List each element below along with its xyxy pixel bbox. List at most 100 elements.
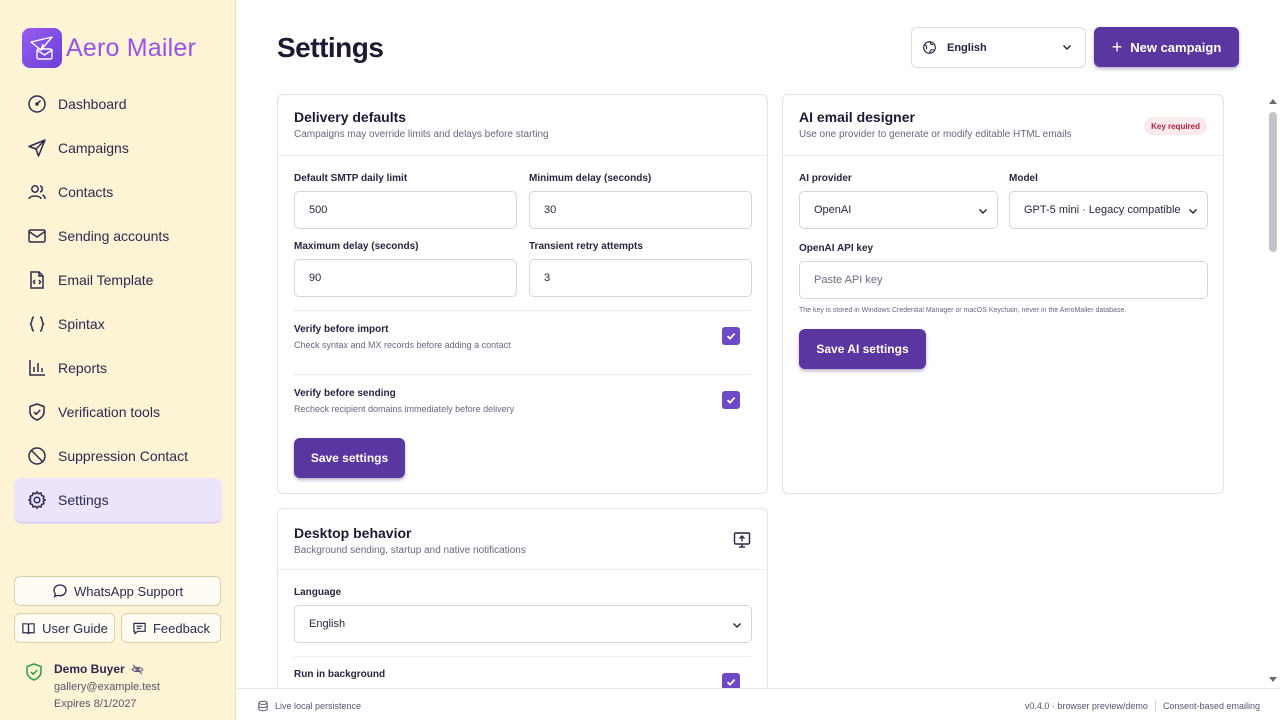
card-title: Delivery defaults: [294, 109, 407, 125]
page-title: Settings: [277, 32, 384, 63]
status-bar: Live local persistence v0.4.0 · browser …: [237, 688, 1280, 720]
ai-email-designer-card: AI email designer Use one provider to ge…: [782, 94, 1224, 494]
chevron-down-icon: [1062, 44, 1072, 51]
daily-limit-input[interactable]: [294, 191, 517, 229]
sidebar: Aero Mailer Dashboard Campaigns Contacts…: [0, 0, 236, 720]
card-title: AI email designer: [799, 109, 915, 125]
user-email: gallery@example.test: [54, 681, 160, 693]
user-guide-label: User Guide: [42, 620, 108, 636]
sidebar-item-email-template[interactable]: Email Template: [14, 258, 222, 302]
whatsapp-support-label: WhatsApp Support: [73, 583, 184, 599]
sidebar-item-reports[interactable]: Reports: [14, 346, 222, 390]
sidebar-item-label: Verification tools: [58, 404, 160, 420]
ai-provider-label: AI provider: [799, 173, 852, 184]
users-icon: [26, 181, 48, 203]
divider: [1154, 700, 1156, 712]
book-icon: [22, 622, 35, 634]
daily-limit-label: Default SMTP daily limit: [294, 173, 408, 184]
divider: [294, 656, 751, 657]
new-campaign-button[interactable]: + New campaign: [1094, 27, 1239, 67]
divider: [294, 310, 751, 311]
check-icon: [726, 678, 736, 686]
footer-info: v0.4.0 · browser preview/demo Consent-ba…: [1025, 700, 1260, 712]
api-key-note: The key is stored in Windows Credential …: [799, 307, 1127, 314]
model-value: GPT-5 mini · Legacy compatible: [1024, 204, 1181, 216]
min-delay-input[interactable]: [529, 191, 752, 229]
save-ai-settings-button[interactable]: Save AI settings: [799, 329, 926, 369]
sidebar-item-label: Reports: [58, 360, 108, 376]
sidebar-item-label: Dashboard: [58, 96, 127, 112]
run-background-checkbox[interactable]: [722, 673, 740, 688]
mail-icon: [26, 225, 48, 247]
card-subtitle: Use one provider to generate or modify e…: [799, 129, 1072, 140]
sidebar-item-settings[interactable]: Settings: [14, 478, 222, 524]
scroll-up-icon[interactable]: [1268, 97, 1278, 105]
scroll-down-icon[interactable]: [1268, 676, 1278, 684]
sidebar-item-sending-accounts[interactable]: Sending accounts: [14, 214, 222, 258]
main-scrollbar[interactable]: [1266, 96, 1280, 688]
verify-import-checkbox[interactable]: [722, 327, 740, 345]
language-select[interactable]: English: [911, 27, 1086, 68]
api-key-label: OpenAI API key: [799, 243, 874, 254]
sidebar-item-label: Settings: [58, 491, 109, 508]
user-guide-button[interactable]: User Guide: [14, 613, 115, 643]
sidebar-item-spintax[interactable]: Spintax: [14, 302, 222, 346]
max-delay-input[interactable]: [294, 259, 517, 297]
check-icon: [726, 396, 736, 404]
card-header: AI email designer Use one provider to ge…: [783, 95, 1223, 156]
chevron-down-icon: [732, 622, 742, 629]
verify-send-checkbox[interactable]: [722, 391, 740, 409]
app-logo[interactable]: Aero Mailer: [22, 28, 196, 68]
model-label: Model: [1009, 173, 1038, 184]
desktop-language-label: Language: [294, 587, 342, 598]
model-select[interactable]: GPT-5 mini · Legacy compatible: [1009, 191, 1208, 229]
globe-icon: [923, 41, 936, 54]
logo-mark-icon: [22, 28, 62, 68]
status-badge: Key required: [1144, 117, 1207, 135]
braces-icon: [26, 313, 48, 335]
dashboard-gauge-icon: [26, 93, 48, 115]
sidebar-item-dashboard[interactable]: Dashboard: [14, 82, 222, 126]
sidebar-item-verification-tools[interactable]: Verification tools: [14, 390, 222, 434]
consent-label: Consent-based emailing: [1162, 701, 1260, 711]
run-background-title: Run in background: [294, 669, 386, 680]
sidebar-item-label: Campaigns: [58, 140, 129, 156]
sidebar-item-campaigns[interactable]: Campaigns: [14, 126, 222, 170]
max-delay-label: Maximum delay (seconds): [294, 241, 419, 252]
license-expiry: Expires 8/1/2027: [54, 698, 137, 710]
ai-provider-select[interactable]: OpenAI: [799, 191, 998, 229]
verify-send-title: Verify before sending: [294, 388, 396, 399]
divider: [294, 374, 751, 375]
check-icon: [726, 332, 736, 340]
message-square-icon: [133, 622, 146, 634]
retry-input[interactable]: [529, 259, 752, 297]
card-title: Desktop behavior: [294, 525, 412, 541]
user-name-row: Demo Buyer: [54, 662, 144, 676]
gear-icon: [26, 489, 48, 511]
whatsapp-support-button[interactable]: WhatsApp Support: [14, 576, 221, 606]
eye-off-icon[interactable]: [131, 663, 144, 676]
sidebar-item-label: Suppression Contact: [58, 448, 188, 464]
app-name: Aero Mailer: [66, 33, 197, 62]
user-name: Demo Buyer: [54, 662, 125, 676]
verify-send-subtitle: Recheck recipient domains immediately be…: [294, 404, 515, 414]
retry-label: Transient retry attempts: [529, 241, 643, 252]
send-icon: [26, 137, 48, 159]
bar-chart-icon: [26, 357, 48, 379]
language-select-value: English: [947, 41, 987, 54]
scrollbar-thumb[interactable]: [1269, 112, 1277, 252]
sidebar-item-label: Sending accounts: [58, 228, 170, 244]
save-settings-button[interactable]: Save settings: [294, 438, 405, 478]
desktop-language-select[interactable]: English: [294, 605, 752, 643]
license-shield-icon: [24, 662, 44, 687]
feedback-button[interactable]: Feedback: [121, 613, 221, 643]
api-key-input[interactable]: [799, 261, 1208, 299]
shield-check-icon: [26, 401, 48, 423]
plus-icon: +: [1111, 37, 1123, 57]
sidebar-item-label: Email Template: [58, 272, 154, 288]
ban-icon: [26, 445, 48, 467]
chevron-down-icon: [1187, 205, 1199, 217]
sidebar-item-contacts[interactable]: Contacts: [14, 170, 222, 214]
sidebar-item-suppression-contact[interactable]: Suppression Contact: [14, 434, 222, 478]
persistence-status: Live local persistence: [257, 700, 361, 712]
